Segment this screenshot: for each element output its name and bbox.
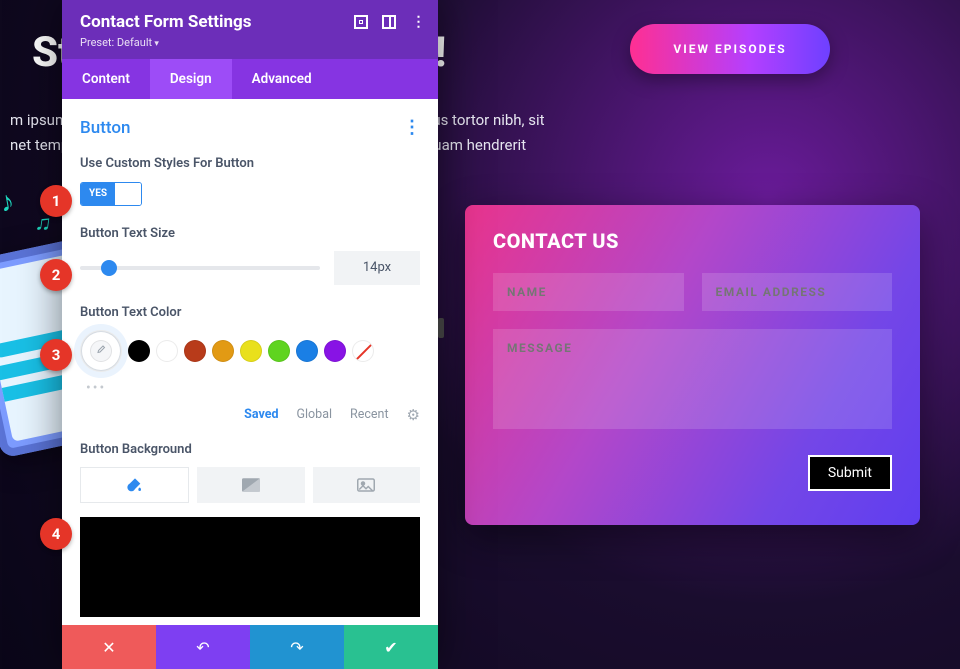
text-size-slider[interactable]	[80, 266, 320, 270]
panel-footer: ✕ ↶ ↷ ✔	[62, 625, 438, 669]
swatch-brown[interactable]	[184, 340, 206, 362]
custom-styles-toggle[interactable]: YES	[80, 182, 142, 206]
panel-header: Contact Form Settings Preset: Default ⋮	[62, 0, 438, 59]
gradient-icon	[242, 478, 260, 492]
close-icon: ✕	[102, 638, 115, 657]
section-title-button[interactable]: Button	[80, 118, 130, 138]
swatch-green[interactable]	[268, 340, 290, 362]
settings-panel: Contact Form Settings Preset: Default ⋮ …	[62, 0, 438, 669]
cancel-button[interactable]: ✕	[62, 625, 156, 669]
layout-icon[interactable]	[382, 15, 396, 29]
undo-button[interactable]: ↶	[156, 625, 250, 669]
message-input[interactable]	[493, 329, 892, 429]
tab-design[interactable]: Design	[150, 59, 232, 99]
contact-form-card: CONTACT US Submit	[465, 205, 920, 525]
name-input[interactable]	[493, 273, 684, 311]
panel-body: Button ⋮ Use Custom Styles For Button YE…	[62, 99, 438, 625]
custom-styles-label: Use Custom Styles For Button	[80, 156, 420, 171]
callout-marker-2: 2	[40, 259, 72, 291]
paragraph-frag-2b: quam hendrerit	[425, 136, 526, 154]
paint-bucket-icon	[127, 477, 143, 493]
eyedropper-icon	[90, 340, 112, 362]
swatch-purple[interactable]	[324, 340, 346, 362]
callout-marker-4: 4	[40, 518, 72, 550]
check-icon: ✔	[384, 638, 397, 657]
email-input[interactable]	[702, 273, 893, 311]
section-more-icon[interactable]: ⋮	[403, 117, 420, 138]
swatch-blue[interactable]	[296, 340, 318, 362]
submit-button-label: Submit	[810, 457, 890, 489]
toggle-knob	[115, 183, 141, 205]
swatch-yellow[interactable]	[240, 340, 262, 362]
paragraph-frag-1b: rius tortor nibh, sit	[424, 111, 545, 129]
palette-tabs: Saved Global Recent ⚙	[80, 406, 420, 424]
swatch-black[interactable]	[128, 340, 150, 362]
bg-tab-color[interactable]	[80, 467, 189, 503]
bg-tab-gradient[interactable]	[197, 467, 304, 503]
color-swatch-row	[80, 330, 420, 372]
swatch-white[interactable]	[156, 340, 178, 362]
music-note-icon: ♪	[0, 184, 17, 219]
toggle-yes-label: YES	[81, 183, 115, 205]
redo-icon: ↷	[290, 638, 303, 657]
undo-icon: ↶	[196, 638, 209, 657]
more-colors-icon[interactable]: •••	[86, 380, 420, 396]
contact-title: CONTACT US	[493, 229, 892, 253]
redo-button[interactable]: ↷	[250, 625, 344, 669]
palette-tab-recent[interactable]: Recent	[350, 407, 389, 422]
submit-button[interactable]: Submit	[808, 455, 892, 491]
more-menu-icon[interactable]: ⋮	[410, 14, 426, 30]
tab-advanced[interactable]: Advanced	[232, 59, 332, 99]
swatch-orange[interactable]	[212, 340, 234, 362]
panel-scrollbar-thumb[interactable]	[438, 318, 444, 338]
callout-marker-1: 1	[40, 185, 72, 217]
background-type-tabs	[80, 467, 420, 503]
tab-content[interactable]: Content	[62, 59, 150, 99]
panel-tabs: Content Design Advanced	[62, 59, 438, 99]
save-button[interactable]: ✔	[344, 625, 438, 669]
button-background-label: Button Background	[80, 442, 420, 457]
image-icon	[357, 478, 375, 492]
expand-icon[interactable]	[354, 15, 368, 29]
paragraph-frag-2a: net temp	[10, 136, 69, 154]
preset-dropdown[interactable]: Preset: Default	[80, 36, 420, 49]
swatch-transparent[interactable]	[352, 340, 374, 362]
palette-tab-global[interactable]: Global	[297, 407, 333, 422]
callout-marker-3: 3	[40, 339, 72, 371]
text-size-label: Button Text Size	[80, 226, 420, 241]
slider-thumb[interactable]	[101, 260, 117, 276]
palette-settings-gear-icon[interactable]: ⚙	[407, 406, 420, 424]
background-color-preview[interactable]	[80, 517, 420, 617]
text-color-label: Button Text Color	[80, 305, 420, 320]
bg-tab-image[interactable]	[313, 467, 420, 503]
palette-tab-saved[interactable]: Saved	[244, 407, 278, 422]
view-episodes-button[interactable]: VIEW EPISODES	[630, 24, 830, 74]
text-size-value-input[interactable]	[334, 251, 420, 285]
color-picker-button[interactable]	[80, 330, 122, 372]
paragraph-frag-1a: m ipsum	[10, 111, 68, 129]
